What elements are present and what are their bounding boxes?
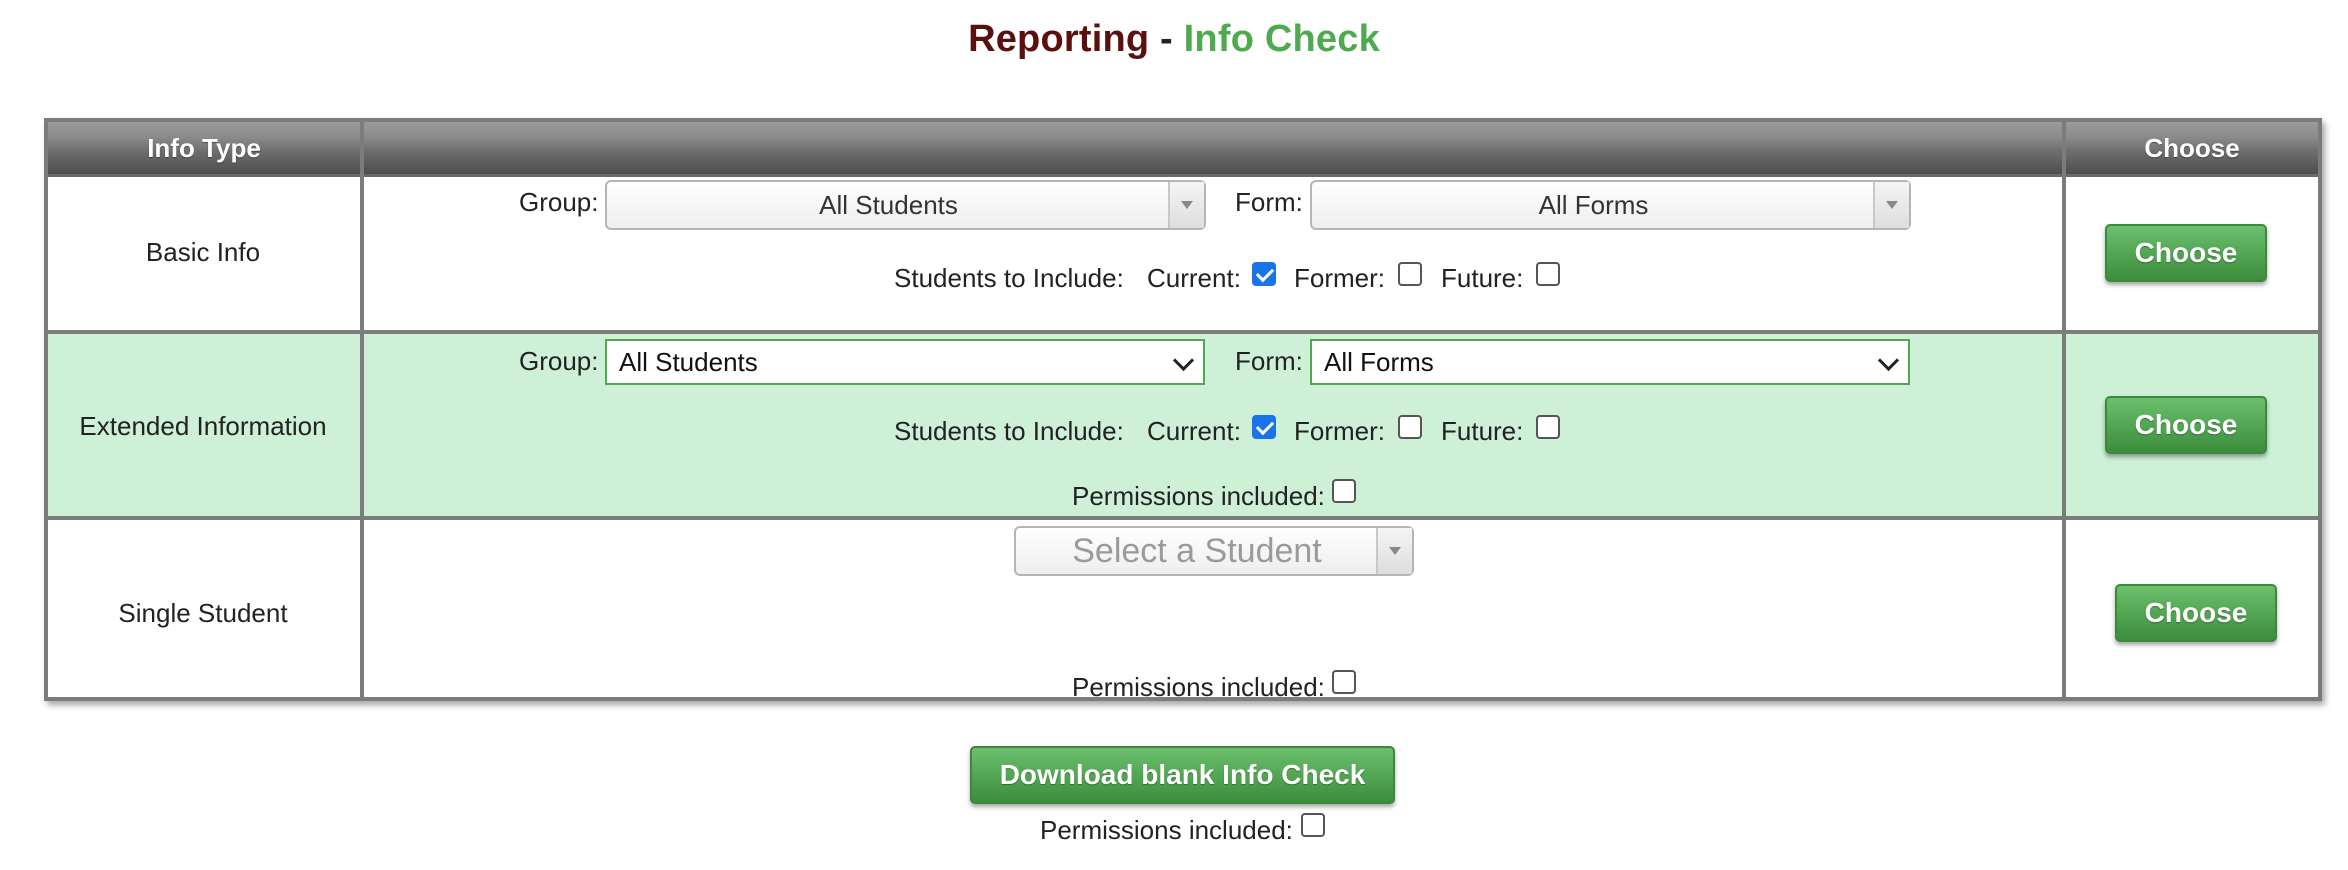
table-row-extended-information: Extended Information Group: All Students… — [48, 334, 2318, 520]
row-type-label: Extended Information — [79, 411, 327, 441]
former-checkbox[interactable] — [1398, 262, 1422, 286]
permissions-label: Permissions included: — [1072, 481, 1325, 511]
group-label: Group: — [519, 187, 599, 217]
info-check-table: Info Type Choose Basic Info Group: All S… — [44, 118, 2322, 702]
form-select[interactable]: All Forms — [1310, 339, 1910, 385]
table-header: Info Type Choose — [48, 122, 2318, 177]
choose-button[interactable]: Choose — [2115, 584, 2277, 642]
header-choose: Choose — [2144, 133, 2240, 163]
former-label: Former: — [1294, 263, 1385, 293]
row-type-label: Single Student — [118, 598, 288, 628]
form-select[interactable]: All Forms — [1310, 180, 1911, 230]
group-label: Group: — [519, 346, 599, 376]
students-to-include-label: Students to Include: — [894, 416, 1124, 446]
row-type-label: Basic Info — [145, 237, 261, 267]
former-checkbox[interactable] — [1398, 415, 1422, 439]
header-middle — [362, 122, 2062, 174]
current-checkbox[interactable] — [1252, 262, 1276, 286]
chevron-down-icon — [1877, 349, 1900, 372]
current-label: Current: — [1147, 416, 1241, 446]
download-blank-info-check-button[interactable]: Download blank Info Check — [970, 746, 1395, 804]
student-select-placeholder: Select a Student — [1072, 532, 1322, 570]
title-separator: - — [1149, 18, 1184, 60]
column-divider — [2062, 122, 2066, 697]
title-reporting: Reporting — [968, 18, 1150, 60]
form-label: Form: — [1235, 187, 1303, 217]
download-permissions-checkbox[interactable] — [1301, 813, 1325, 837]
dropdown-arrow-icon[interactable] — [1376, 528, 1412, 574]
form-select-value: All Forms — [1324, 347, 1434, 377]
page-title: Reporting - Info Check — [0, 18, 2348, 61]
group-select[interactable]: All Students — [605, 180, 1206, 230]
group-select[interactable]: All Students — [605, 339, 1205, 385]
form-label: Form: — [1235, 346, 1303, 376]
former-label: Former: — [1294, 416, 1385, 446]
table-row-single-student: Single Student Select a Student Permissi… — [48, 520, 2318, 702]
student-select[interactable]: Select a Student — [1014, 526, 1414, 576]
title-info-check: Info Check — [1183, 18, 1380, 60]
chevron-down-icon — [1172, 349, 1195, 372]
permissions-label: Permissions included: — [1072, 672, 1325, 702]
download-permissions-label: Permissions included: — [1040, 815, 1293, 845]
dropdown-arrow-icon[interactable] — [1168, 182, 1204, 228]
students-to-include-label: Students to Include: — [894, 263, 1124, 293]
future-checkbox[interactable] — [1536, 415, 1560, 439]
group-select-value: All Students — [819, 190, 958, 220]
permissions-checkbox[interactable] — [1332, 479, 1356, 503]
header-info-type: Info Type — [147, 133, 261, 163]
future-checkbox[interactable] — [1536, 262, 1560, 286]
current-checkbox[interactable] — [1252, 415, 1276, 439]
choose-button[interactable]: Choose — [2105, 224, 2267, 282]
current-label: Current: — [1147, 263, 1241, 293]
dropdown-arrow-icon[interactable] — [1873, 182, 1909, 228]
future-label: Future: — [1441, 416, 1524, 446]
choose-button[interactable]: Choose — [2105, 396, 2267, 454]
future-label: Future: — [1441, 263, 1524, 293]
permissions-checkbox[interactable] — [1332, 670, 1356, 694]
table-row-basic-info: Basic Info Group: All Students Form: All… — [48, 177, 2318, 334]
column-divider — [360, 122, 364, 697]
form-select-value: All Forms — [1538, 190, 1649, 220]
group-select-value: All Students — [619, 347, 758, 377]
